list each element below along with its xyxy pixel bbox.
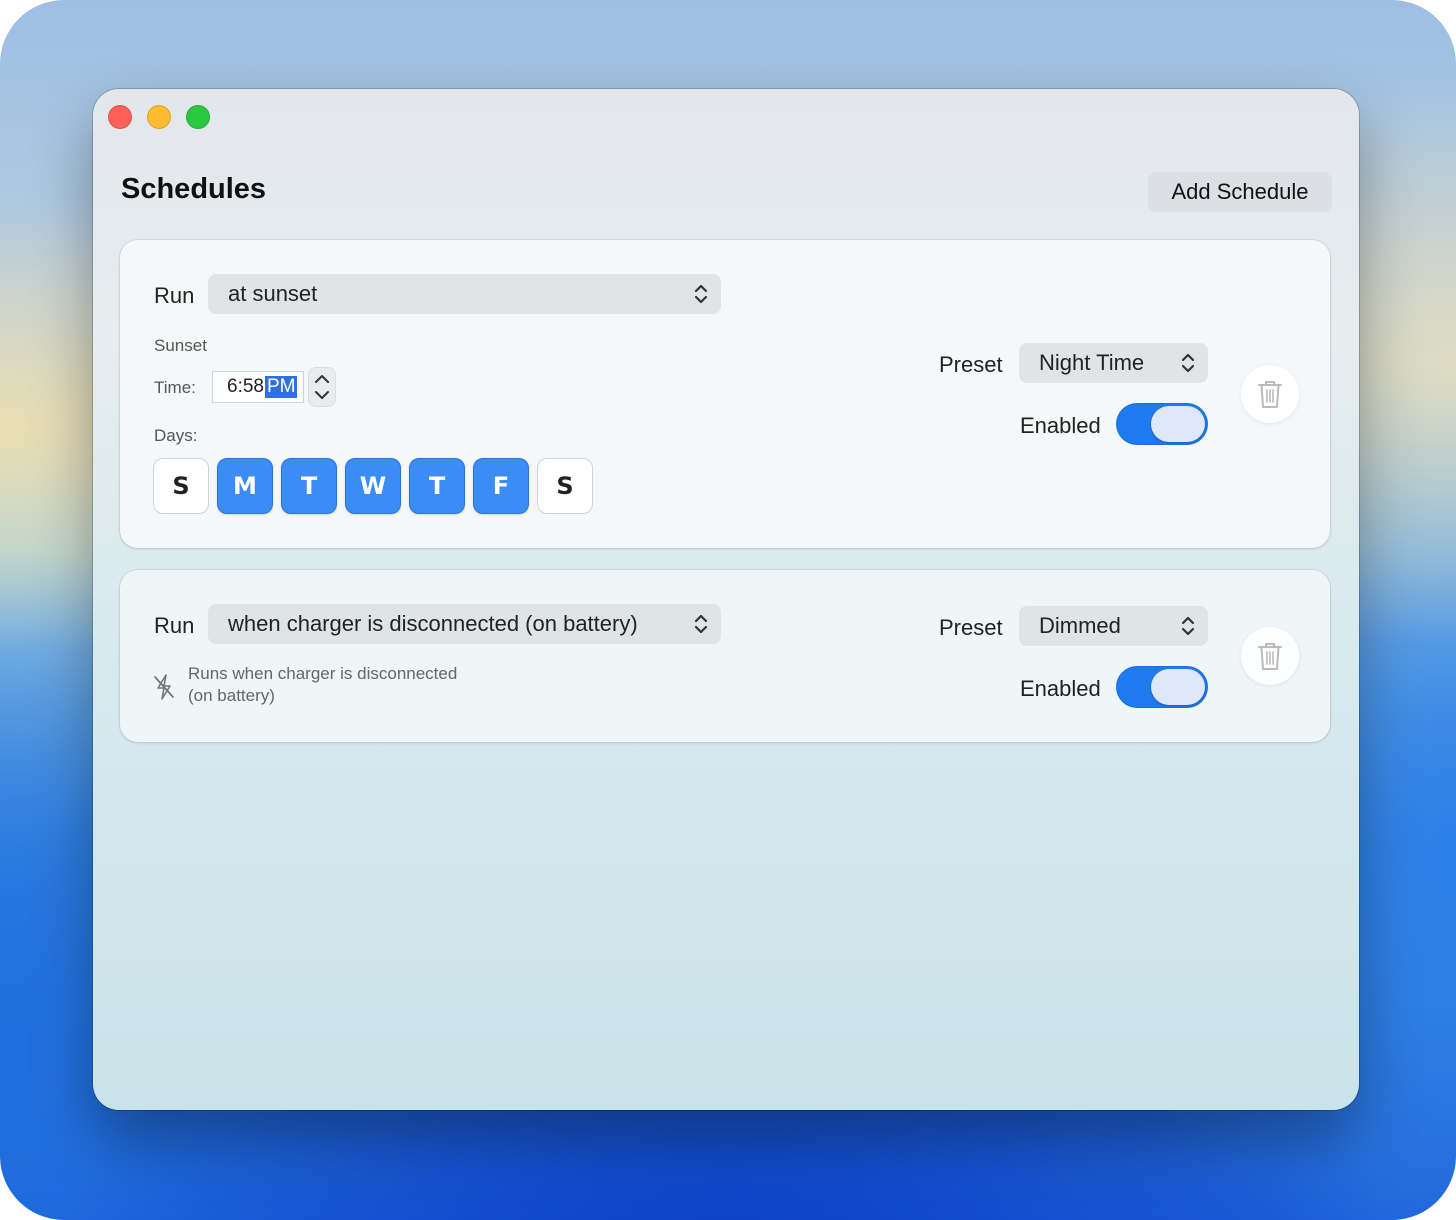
sunset-section-label: Sunset [154, 336, 207, 355]
chevron-up-down-icon [694, 614, 708, 634]
day-toggle-sunday[interactable]: S [153, 458, 209, 514]
desktop-background: Schedules Add Schedule Run at sunset Sun… [0, 0, 1456, 1220]
minimize-window-icon[interactable] [147, 105, 171, 129]
trash-icon [1258, 643, 1282, 670]
preset-label: Preset [939, 352, 1003, 377]
time-label: Time: [154, 378, 196, 397]
time-stepper[interactable] [309, 368, 335, 406]
toggle-knob [1151, 669, 1205, 705]
preset-value: Dimmed [1039, 613, 1121, 638]
add-schedule-button[interactable]: Add Schedule [1148, 172, 1332, 212]
day-selector: S M T W T F S [153, 458, 593, 514]
trigger-description-line: (on battery) [188, 686, 275, 705]
delete-schedule-button[interactable] [1241, 627, 1299, 685]
schedule-card: Run when charger is disconnected (on bat… [120, 570, 1330, 742]
chevron-up-down-icon [1181, 616, 1195, 636]
close-window-icon[interactable] [108, 105, 132, 129]
preset-label: Preset [939, 615, 1003, 640]
day-toggle-thursday[interactable]: T [409, 458, 465, 514]
trigger-description: Runs when charger is disconnected (on ba… [188, 663, 457, 707]
enabled-toggle[interactable] [1116, 666, 1208, 708]
chevron-up-down-icon [694, 284, 708, 304]
page-title: Schedules [121, 173, 267, 205]
day-toggle-tuesday[interactable]: T [281, 458, 337, 514]
run-label: Run [154, 613, 195, 638]
enabled-label: Enabled [1020, 413, 1101, 438]
run-trigger-value: at sunset [228, 281, 318, 306]
preset-popup[interactable]: Dimmed [1019, 606, 1208, 646]
delete-schedule-button[interactable] [1241, 365, 1299, 423]
days-label: Days: [154, 426, 198, 445]
preset-value: Night Time [1039, 350, 1145, 375]
window-controls [108, 105, 210, 129]
schedules-window: Schedules Add Schedule Run at sunset Sun… [93, 89, 1359, 1110]
time-value: 6:58 [227, 376, 264, 397]
run-trigger-popup[interactable]: at sunset [208, 274, 721, 314]
day-toggle-monday[interactable]: M [217, 458, 273, 514]
chevron-up-down-icon [1181, 353, 1195, 373]
enabled-toggle[interactable] [1116, 403, 1208, 445]
time-ampm[interactable]: PM [264, 376, 298, 398]
time-field[interactable]: 6:58 PM [212, 371, 304, 403]
preset-popup[interactable]: Night Time [1019, 343, 1208, 383]
run-trigger-value: when charger is disconnected (on battery… [228, 611, 638, 636]
stepper-arrows-icon [315, 375, 329, 399]
run-trigger-popup[interactable]: when charger is disconnected (on battery… [208, 604, 721, 644]
day-toggle-friday[interactable]: F [473, 458, 529, 514]
trash-icon [1258, 381, 1282, 408]
day-toggle-wednesday[interactable]: W [345, 458, 401, 514]
toggle-knob [1151, 406, 1205, 442]
run-label: Run [154, 283, 195, 308]
enabled-label: Enabled [1020, 676, 1101, 701]
maximize-window-icon[interactable] [186, 105, 210, 129]
trigger-description-line: Runs when charger is disconnected [188, 664, 458, 683]
schedule-card: Run at sunset Sunset Time: 6:58PM Days: [120, 240, 1330, 548]
day-toggle-saturday[interactable]: S [537, 458, 593, 514]
power-disconnected-icon [154, 674, 174, 700]
